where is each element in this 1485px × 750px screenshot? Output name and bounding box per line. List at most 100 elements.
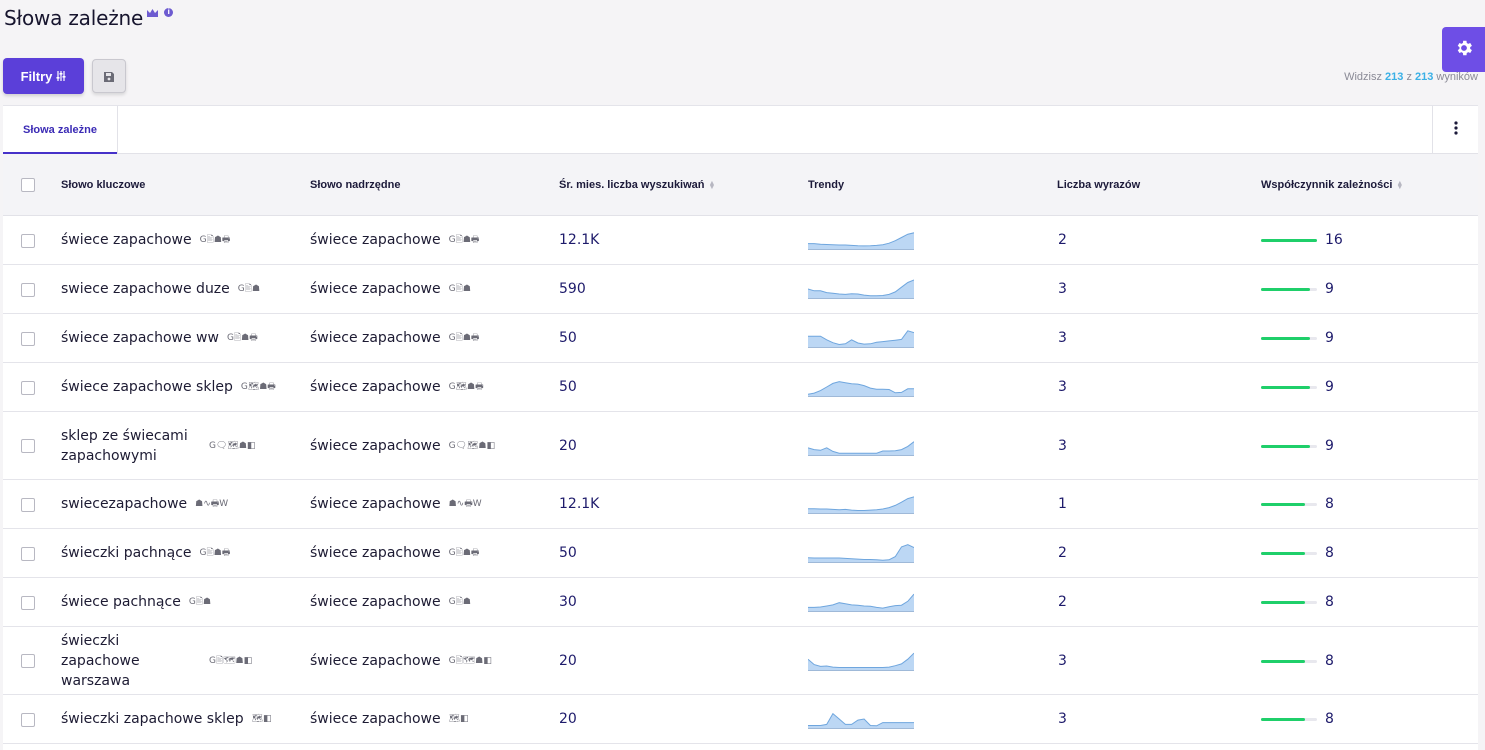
keyword-link[interactable]: sklep ze świecami zapachowymi — [61, 426, 201, 466]
row-checkbox[interactable] — [21, 282, 35, 297]
parent-keyword-link[interactable]: świece zapachowe — [310, 377, 441, 397]
trend-area — [808, 330, 914, 347]
parent-keyword-link[interactable]: świece zapachowe — [310, 279, 441, 299]
trend-sparkline — [808, 314, 914, 362]
keyword-cell: świece zapachowe sklep G🗺☗🖶 — [61, 363, 296, 411]
table-row[interactable]: świece zapachowe ww G🖹☗🖶 świece zapachowe G… — [3, 314, 1478, 363]
info-icon[interactable]: i — [164, 8, 174, 17]
header-volume[interactable]: Śr. mies. liczba wyszukiwań ▲ ▼ — [559, 154, 715, 216]
table-row[interactable]: świeczki pachnące G🖹☗🖶 świece zapachowe G🖹☗… — [3, 529, 1478, 578]
dependency-bar — [1261, 552, 1317, 555]
serp-features-icons: G🗨🗺☗◧ — [448, 440, 496, 451]
keyword-link[interactable]: świece zapachowe ww — [61, 328, 219, 348]
keyword-cell: świece zapachowe ww G🖹☗🖶 — [61, 314, 296, 362]
settings-button[interactable] — [1442, 27, 1485, 72]
row-checkbox[interactable] — [21, 331, 35, 346]
search-volume: 590 — [559, 281, 586, 297]
row-checkbox[interactable] — [21, 595, 35, 610]
parent-keyword-link[interactable]: świece zapachowe — [310, 494, 441, 514]
table-row[interactable]: swiece zapachowe duze G🖹☗ świece zapachowe… — [3, 265, 1478, 314]
search-volume: 30 — [559, 594, 577, 610]
dependency-value: 8 — [1325, 652, 1334, 669]
serp-features-icons: G🖹🗺☗◧ — [448, 655, 492, 666]
filters-label: Filtry — [20, 68, 53, 84]
dependency-bar — [1261, 659, 1317, 663]
tab-related-keywords[interactable]: Słowa zależne — [3, 106, 118, 154]
keyword-link[interactable]: świece zapachowe — [61, 230, 192, 250]
header-keyword[interactable]: Słowo kluczowe — [61, 154, 145, 216]
keyword-link[interactable]: świece zapachowe sklep — [61, 377, 233, 397]
word-count: 3 — [1058, 281, 1067, 297]
parent-keyword-cell: świece zapachowe G🗺☗🖶 — [310, 363, 484, 411]
parent-keyword-link[interactable]: świece zapachowe — [310, 709, 441, 729]
word-count: 3 — [1058, 652, 1067, 669]
serp-features-icons: G🖹☗🖶 — [199, 548, 231, 558]
parent-keyword-link[interactable]: świece zapachowe — [310, 328, 441, 348]
dependency-bar — [1261, 337, 1317, 340]
more-options-button[interactable] — [1432, 106, 1478, 153]
header-dependency[interactable]: Współczynnik zależności ▲ ▼ — [1261, 154, 1403, 216]
dependency-value: 8 — [1325, 594, 1334, 610]
trend-area — [808, 280, 914, 298]
dependency-bar-fill — [1261, 503, 1305, 506]
serp-features-icons: 🗺◧ — [448, 714, 469, 724]
results-sep: z — [1406, 71, 1412, 83]
sort-icon[interactable]: ▲ ▼ — [1396, 180, 1403, 191]
sort-icon[interactable]: ▲ ▼ — [709, 180, 716, 191]
table-row[interactable]: świece zapachowe sklep G🗺☗🖶 świece zapacho… — [3, 363, 1478, 412]
select-all-checkbox[interactable] — [21, 178, 35, 192]
trend-sparkline — [808, 265, 914, 313]
keyword-link[interactable]: świeczki zapachowe warszawa — [61, 631, 201, 691]
header-trends-label: Trendy — [808, 179, 845, 191]
word-count: 2 — [1058, 232, 1067, 248]
word-count: 2 — [1058, 594, 1067, 610]
dependency-value: 8 — [1325, 711, 1334, 727]
trend-area — [808, 232, 914, 249]
parent-keyword-link[interactable]: świece zapachowe — [310, 651, 441, 671]
row-checkbox[interactable] — [21, 546, 35, 561]
keyword-link[interactable]: swiecezapachowe — [61, 494, 187, 514]
keyword-link[interactable]: świece pachnące — [61, 592, 181, 612]
parent-keyword-cell: świece zapachowe 🗺◧ — [310, 695, 469, 743]
tab-bar: Słowa zależne — [3, 106, 1478, 154]
header-word-count[interactable]: Liczba wyrazów — [1057, 154, 1140, 216]
row-checkbox[interactable] — [21, 712, 35, 727]
save-filters-button[interactable] — [92, 59, 126, 93]
row-checkbox[interactable] — [21, 439, 35, 453]
header-parent[interactable]: Słowo nadrzędne — [310, 154, 400, 216]
dependency-value: 9 — [1325, 437, 1334, 454]
table-row[interactable]: świeczki zapachowe warszawa G🖹🗺☗◧ świece z… — [3, 627, 1478, 695]
page-title: Słowa zależne — [4, 6, 144, 30]
row-checkbox[interactable] — [21, 654, 35, 668]
serp-features-icons: G🖹☗🖶 — [226, 333, 258, 343]
parent-keyword-link[interactable]: świece zapachowe — [310, 436, 441, 456]
table-row[interactable]: świece pachnące G🖹☗ świece zapachowe G🖹☗ 30 2… — [3, 578, 1478, 627]
parent-keyword-link[interactable]: świece zapachowe — [310, 592, 441, 612]
trend-sparkline — [808, 363, 914, 411]
parent-keyword-link[interactable]: świece zapachowe — [310, 543, 441, 563]
row-checkbox[interactable] — [21, 380, 35, 395]
table-row[interactable]: świece zapachowe G🖹☗🖶 świece zapachowe G🖹☗🖶… — [3, 216, 1478, 265]
dependency-value: 9 — [1325, 281, 1334, 297]
header-trends: Trendy — [808, 154, 844, 216]
keyword-cell: świece zapachowe G🖹☗🖶 — [61, 216, 296, 264]
parent-keyword-cell: świece zapachowe G🖹☗🖶 — [310, 314, 479, 362]
dependency-bar — [1261, 239, 1317, 242]
results-prefix: Widzisz — [1344, 71, 1382, 83]
table-row[interactable]: sklep ze świecami zapachowymi G🗨🗺☗◧ świece… — [3, 412, 1478, 480]
word-count: 2 — [1058, 545, 1067, 561]
dependency-bar — [1261, 601, 1317, 604]
table-row[interactable]: swiecezapachowe ☗∿🖶W świece zapachowe ☗∿🖶W 1… — [3, 480, 1478, 529]
keyword-link[interactable]: świeczki zapachowe sklep — [61, 709, 244, 729]
parent-keyword-link[interactable]: świece zapachowe — [310, 230, 441, 250]
word-count: 3 — [1058, 379, 1067, 395]
filters-button[interactable]: Filtry — [3, 58, 84, 94]
row-checkbox[interactable] — [21, 233, 35, 248]
keyword-link[interactable]: świeczki pachnące — [61, 543, 192, 563]
table-row[interactable]: świeczki zapachowe sklep 🗺◧ świece zapacho… — [3, 695, 1478, 744]
dependency-value: 9 — [1325, 330, 1334, 346]
dependency-bar-fill — [1261, 239, 1317, 242]
row-checkbox[interactable] — [21, 497, 35, 512]
dependency-bar — [1261, 288, 1317, 291]
keyword-link[interactable]: swiece zapachowe duze — [61, 279, 230, 299]
